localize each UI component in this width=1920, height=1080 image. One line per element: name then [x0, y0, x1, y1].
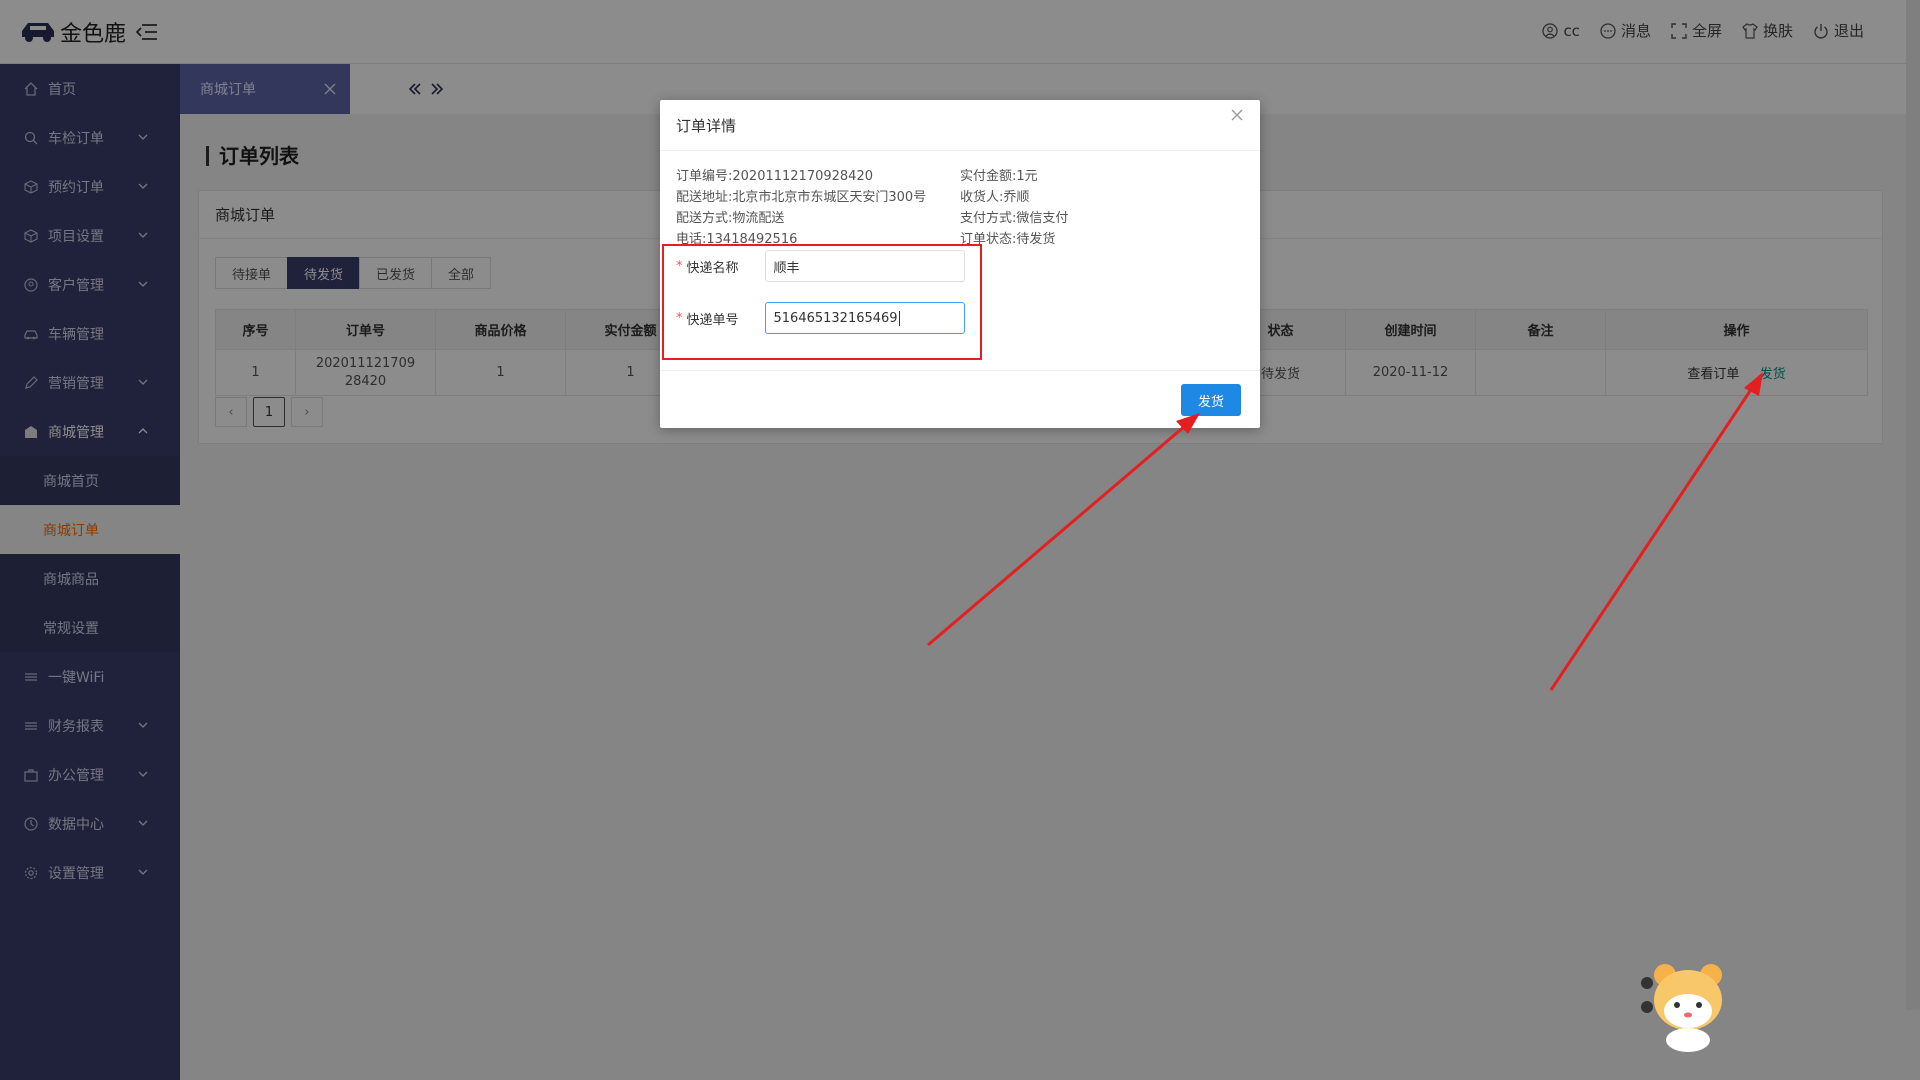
- order-number: 订单编号:20201112170928420: [676, 169, 873, 184]
- modal-title: 订单详情: [660, 100, 1260, 151]
- delivery-method: 配送方式:物流配送: [676, 211, 785, 226]
- mascot-bear-icon[interactable]: [1625, 945, 1735, 1055]
- modal-footer-divider: [660, 370, 1260, 371]
- order-info-left: 订单编号:20201112170928420 配送地址:北京市北京市东城区天安门…: [676, 166, 926, 250]
- order-detail-modal: 订单详情 订单编号:20201112170928420 配送地址:北京市北京市东…: [660, 100, 1260, 428]
- close-icon[interactable]: [1230, 108, 1244, 122]
- highlight-box: [662, 244, 982, 360]
- ship-button[interactable]: 发货: [1181, 384, 1241, 416]
- delivery-address: 配送地址:北京市北京市东城区天安门300号: [676, 190, 927, 205]
- receiver: 收货人:乔顺: [960, 190, 1030, 205]
- order-info-right: 实付金额:1元 收货人:乔顺 支付方式:微信支付 订单状态:待发货: [960, 166, 1068, 250]
- payment-method: 支付方式:微信支付: [960, 211, 1069, 226]
- paid-amount: 实付金额:1元: [960, 169, 1038, 184]
- order-info: 订单编号:20201112170928420 配送地址:北京市北京市东城区天安门…: [660, 166, 1260, 250]
